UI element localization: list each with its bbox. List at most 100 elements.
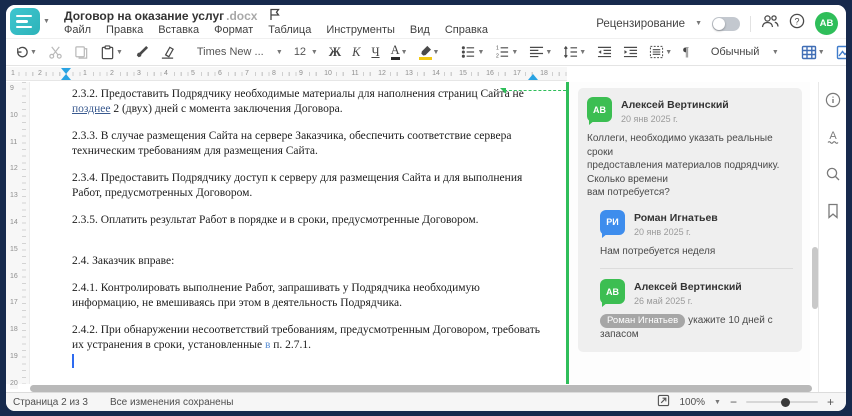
paragraph-borders-caret-icon[interactable]: ▼ bbox=[665, 49, 672, 56]
insert-table-caret-icon[interactable]: ▼ bbox=[818, 49, 825, 56]
document-paragraph[interactable]: 2.3.2. Предоставить Подрядчику необходим… bbox=[72, 87, 558, 116]
numbered-list-caret-icon[interactable]: ▼ bbox=[511, 49, 518, 56]
review-toggle[interactable] bbox=[712, 16, 740, 31]
ruler-number: 2 bbox=[36, 70, 44, 78]
cut-button[interactable] bbox=[46, 41, 65, 63]
menu-insert[interactable]: Вставка bbox=[158, 24, 199, 36]
menu-format[interactable]: Формат bbox=[214, 24, 253, 36]
review-dropdown-caret-icon[interactable]: ▼ bbox=[695, 20, 702, 27]
font-size-select[interactable]: 12 ▼ bbox=[292, 41, 320, 63]
line-spacing-button[interactable]: ▼ bbox=[561, 41, 588, 63]
insert-image-button[interactable] bbox=[834, 41, 846, 63]
bold-button[interactable]: Ж bbox=[327, 41, 343, 63]
horizontal-scrollbar[interactable] bbox=[30, 385, 812, 392]
align-caret-icon[interactable]: ▼ bbox=[545, 49, 552, 56]
underline-button[interactable]: Ч bbox=[369, 41, 381, 63]
highlight-color-button[interactable]: ▼ bbox=[417, 41, 442, 63]
favorite-flag-icon[interactable] bbox=[269, 8, 281, 24]
clear-style-button[interactable] bbox=[158, 41, 177, 63]
ruler-number: 1 bbox=[81, 70, 89, 78]
menu-view[interactable]: Вид bbox=[410, 24, 430, 36]
undo-button[interactable]: ▼ bbox=[12, 41, 39, 63]
ruler-number: 12 bbox=[10, 164, 18, 175]
right-indent-marker[interactable] bbox=[528, 74, 538, 80]
review-mode-label[interactable]: Рецензирование bbox=[596, 18, 685, 30]
spellcheck-icon[interactable]: А bbox=[824, 128, 841, 145]
ruler-number: 18 bbox=[10, 325, 18, 336]
menu-table[interactable]: Таблица bbox=[268, 24, 311, 36]
paragraph-borders-button[interactable]: ▼ bbox=[647, 41, 674, 63]
logo-menu-caret-icon[interactable]: ▼ bbox=[43, 18, 50, 25]
menu-tools[interactable]: Инструменты bbox=[326, 24, 395, 36]
tracked-insertion[interactable]: позднее bbox=[72, 103, 110, 115]
help-icon[interactable]: ? bbox=[789, 13, 805, 34]
zoom-caret-icon[interactable]: ▼ bbox=[714, 399, 721, 406]
app-window: ▼ Договор на оказание услуг .docx Файл Пр… bbox=[6, 5, 846, 411]
comment-reply[interactable]: АВ Алексей Вертинский 26 май 2025 г. Ром… bbox=[600, 279, 793, 342]
page-counter[interactable]: Страница 2 из 3 bbox=[13, 397, 88, 408]
collaboration-users-icon[interactable] bbox=[761, 14, 779, 33]
ruler-number: 9 bbox=[297, 70, 305, 78]
comment[interactable]: АВ Алексей Вертинский 20 янв 2025 г. bbox=[587, 97, 793, 125]
highlight-caret-icon[interactable]: ▼ bbox=[433, 49, 440, 56]
paste-button[interactable]: ▼ bbox=[98, 41, 125, 63]
font-color-button[interactable]: А ▼ bbox=[389, 41, 410, 63]
mention-pill[interactable]: Роман Игнатьев bbox=[600, 314, 686, 328]
nonprinting-chars-button[interactable]: ¶ bbox=[681, 41, 691, 63]
search-icon[interactable] bbox=[824, 165, 841, 182]
document-paragraph[interactable]: 2.3.4. Предоставить Подрядчику доступ к … bbox=[72, 171, 558, 200]
increase-indent-button[interactable] bbox=[621, 41, 640, 63]
zoom-out-button[interactable]: − bbox=[730, 396, 737, 408]
format-painter-button[interactable] bbox=[132, 41, 151, 63]
text-cursor bbox=[72, 354, 74, 368]
insert-table-button[interactable]: ▼ bbox=[799, 41, 827, 63]
font-name-select[interactable]: Times New ... ▼ bbox=[195, 41, 285, 63]
document-paragraph[interactable]: 2.3.5. Оплатить результат Работ в порядк… bbox=[72, 213, 558, 228]
ruler-number: 19 bbox=[10, 352, 18, 362]
align-button[interactable]: ▼ bbox=[527, 41, 554, 63]
paragraph-style-select[interactable]: Обычный ▼ bbox=[709, 41, 781, 63]
horizontal-scrollbar-thumb[interactable] bbox=[30, 385, 812, 392]
svg-text:2: 2 bbox=[496, 54, 499, 59]
italic-button[interactable]: К bbox=[350, 41, 362, 63]
zoom-slider[interactable] bbox=[745, 397, 818, 407]
document-info-icon[interactable] bbox=[824, 91, 841, 108]
document-paragraph[interactable]: 2.4.1. Контролировать выполнение Работ, … bbox=[72, 281, 558, 310]
comment-reply[interactable]: РИ Роман Игнатьев 20 янв 2025 г. Нам пот… bbox=[600, 209, 793, 259]
zoom-in-button[interactable]: + bbox=[827, 396, 834, 408]
zoom-value[interactable]: 100% bbox=[679, 397, 705, 408]
comment-thread[interactable]: АВ Алексей Вертинский 20 янв 2025 г. Кол… bbox=[578, 88, 802, 352]
zoom-slider-handle[interactable] bbox=[781, 397, 791, 407]
comments-scrollbar-thumb[interactable] bbox=[811, 247, 818, 309]
bullet-list-button[interactable]: ▼ bbox=[459, 41, 486, 63]
line-spacing-caret-icon[interactable]: ▼ bbox=[579, 49, 586, 56]
undo-caret-icon[interactable]: ▼ bbox=[30, 49, 37, 56]
bullet-list-caret-icon[interactable]: ▼ bbox=[477, 49, 484, 56]
vertical-ruler[interactable]: 9 10 11 12 13 14 15 16 17 18 19 20 bbox=[6, 82, 30, 389]
ruler-number: 8 bbox=[270, 70, 278, 78]
fit-width-icon[interactable] bbox=[657, 394, 670, 410]
numbered-list-button[interactable]: 1 2 ▼ bbox=[493, 41, 520, 63]
font-size-value: 12 bbox=[293, 46, 307, 58]
user-avatar[interactable]: АВ bbox=[815, 12, 838, 35]
app-logo-icon[interactable] bbox=[10, 8, 40, 35]
decrease-indent-button[interactable] bbox=[595, 41, 614, 63]
document-page[interactable]: 2.3.2. Предоставить Подрядчику необходим… bbox=[30, 82, 566, 384]
document-text[interactable]: 2.3.2. Предоставить Подрядчику необходим… bbox=[72, 87, 558, 365]
document-paragraph[interactable]: 2.4.2. При обнаружении несоответствий тр… bbox=[72, 323, 558, 352]
menu-file[interactable]: Файл bbox=[64, 24, 91, 36]
bookmark-icon[interactable] bbox=[824, 202, 841, 219]
horizontal-ruler[interactable]: 2 1 1 2 3 4 5 6 7 8 9 10 11 12 13 14 15 16 17 18 bbox=[6, 67, 567, 81]
font-color-caret-icon[interactable]: ▼ bbox=[401, 49, 408, 56]
hanging-indent-marker[interactable] bbox=[61, 74, 71, 80]
document-paragraph[interactable]: 2.3.3. В случае размещения Сайта на серв… bbox=[72, 129, 558, 158]
paste-caret-icon[interactable]: ▼ bbox=[116, 49, 123, 56]
copy-button[interactable] bbox=[72, 41, 91, 63]
ruler-number: 20 bbox=[10, 378, 18, 389]
menu-help[interactable]: Справка bbox=[445, 24, 488, 36]
ruler-number: 13 bbox=[10, 191, 18, 202]
menu-edit[interactable]: Правка bbox=[106, 24, 143, 36]
comments-scrollbar[interactable] bbox=[811, 82, 818, 384]
comment-date: 20 янв 2025 г. bbox=[621, 114, 678, 124]
document-paragraph[interactable]: 2.4. Заказчик вправе: bbox=[72, 254, 558, 269]
